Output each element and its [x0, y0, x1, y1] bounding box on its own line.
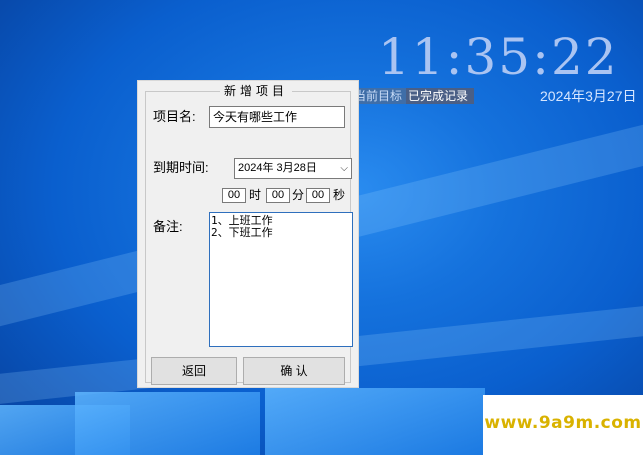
new-item-dialog: 新增项目 项目名: 今天有哪些工作 到期时间: 2024年 3月28日 ⌵ 00…	[137, 80, 359, 388]
note-label: 备注:	[153, 219, 183, 234]
completed-records-link[interactable]: 已完成记录	[406, 88, 474, 104]
second-unit-label: 秒	[333, 188, 346, 202]
hour-unit-label: 时	[249, 188, 262, 202]
dialog-group-box: 新增项目 项目名: 今天有哪些工作 到期时间: 2024年 3月28日 ⌵ 00…	[145, 83, 353, 385]
chevron-down-icon[interactable]: ⌵	[340, 159, 348, 178]
clock-date: 2024年3月27日	[540, 88, 637, 104]
window-logo-pane	[75, 392, 260, 455]
watermark-text: www.9a9m.com	[484, 413, 642, 433]
note-textarea[interactable]: 1、上班工作 2、下班工作	[209, 212, 353, 347]
item-name-input[interactable]: 今天有哪些工作	[209, 106, 345, 128]
window-logo-pane	[265, 388, 485, 455]
clock-time: 11:35:22	[378, 28, 619, 86]
current-goal-link[interactable]: 当前目标	[352, 88, 406, 104]
due-time-label: 到期时间:	[153, 160, 209, 175]
hour-input[interactable]: 00	[222, 188, 246, 203]
watermark: www.9a9m.com	[483, 395, 643, 455]
confirm-button[interactable]: 确 认	[243, 357, 345, 385]
due-date-value: 2024年 3月28日	[238, 162, 317, 174]
item-name-label: 项目名:	[153, 109, 196, 124]
minute-input[interactable]: 00	[266, 188, 290, 203]
due-date-picker[interactable]: 2024年 3月28日 ⌵	[234, 158, 352, 179]
minute-unit-label: 分	[292, 188, 305, 202]
second-input[interactable]: 00	[306, 188, 330, 203]
dialog-title: 新增项目	[220, 83, 293, 99]
back-button[interactable]: 返回	[151, 357, 237, 385]
